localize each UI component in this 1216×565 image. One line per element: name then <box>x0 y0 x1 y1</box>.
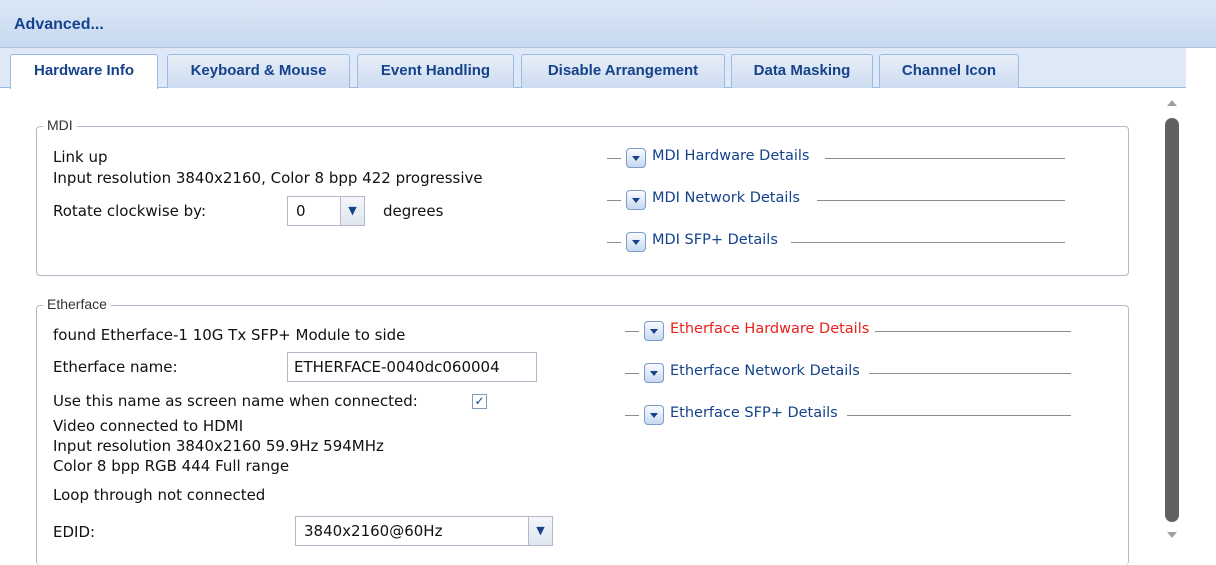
expand-down-icon[interactable] <box>644 321 664 341</box>
etherface-hardware-details-label[interactable]: Etherface Hardware Details <box>670 321 869 337</box>
hardware-info-panel: MDI Link up Input resolution 3840x2160, … <box>0 89 1186 565</box>
divider <box>791 242 1065 243</box>
etherface-fieldset: Etherface found Etherface-1 10G Tx SFP+ … <box>36 296 1129 565</box>
divider <box>869 373 1071 374</box>
scroll-down-icon[interactable] <box>1167 532 1177 538</box>
mdi-hardware-details[interactable]: MDI Hardware Details <box>607 147 1065 169</box>
tab-keyboard-mouse[interactable]: Keyboard & Mouse <box>167 54 350 88</box>
vertical-scrollbar[interactable] <box>1159 92 1185 546</box>
etherface-legend: Etherface <box>43 296 111 312</box>
divider <box>825 158 1065 159</box>
use-name-label: Use this name as screen name when connec… <box>53 392 418 410</box>
etherface-network-details-label[interactable]: Etherface Network Details <box>670 363 860 379</box>
use-name-checkbox[interactable]: ✓ <box>472 394 487 409</box>
tab-channel-icon[interactable]: Channel Icon <box>879 54 1019 88</box>
divider <box>607 242 621 243</box>
mdi-sfp-details-label[interactable]: MDI SFP+ Details <box>652 232 778 248</box>
divider <box>875 331 1071 332</box>
chevron-down-icon[interactable]: ▼ <box>528 517 552 545</box>
edid-label: EDID: <box>53 523 96 541</box>
divider <box>625 373 639 374</box>
rotate-select[interactable]: 0 ▼ <box>287 196 365 226</box>
check-icon: ✓ <box>474 394 485 408</box>
divider <box>625 415 639 416</box>
tab-strip: Hardware Info Keyboard & Mouse Event Han… <box>0 48 1186 89</box>
etherface-name-label: Etherface name: <box>53 358 178 376</box>
mdi-network-details-label[interactable]: MDI Network Details <box>652 190 800 206</box>
tab-data-masking[interactable]: Data Masking <box>731 54 873 88</box>
mdi-hardware-details-label[interactable]: MDI Hardware Details <box>652 148 809 164</box>
etherface-input-resolution: Input resolution 3840x2160 59.9Hz 594MHz <box>53 437 384 455</box>
window-title-bar: Advanced... <box>0 0 1216 48</box>
divider <box>817 200 1065 201</box>
expand-down-icon[interactable] <box>626 232 646 252</box>
rotate-unit: degrees <box>383 202 444 220</box>
etherface-hardware-details[interactable]: Etherface Hardware Details <box>625 320 1071 342</box>
expand-down-icon[interactable] <box>626 190 646 210</box>
tab-event-handling[interactable]: Event Handling <box>357 54 514 88</box>
expand-down-icon[interactable] <box>644 405 664 425</box>
tab-hardware-info[interactable]: Hardware Info <box>10 54 158 89</box>
etherface-name-input[interactable]: ETHERFACE-0040dc060004 <box>287 352 537 382</box>
window-title: Advanced... <box>14 16 104 33</box>
mdi-fieldset: MDI Link up Input resolution 3840x2160, … <box>36 117 1129 276</box>
divider <box>607 158 621 159</box>
chevron-down-icon[interactable]: ▼ <box>340 197 364 225</box>
mdi-legend: MDI <box>43 117 77 133</box>
etherface-sfp-details[interactable]: Etherface SFP+ Details <box>625 404 1071 426</box>
scroll-up-icon[interactable] <box>1167 100 1177 106</box>
video-status: Video connected to HDMI <box>53 417 244 435</box>
mdi-link-status: Link up <box>53 148 108 166</box>
rotate-value: 0 <box>296 202 306 220</box>
expand-down-icon[interactable] <box>644 363 664 383</box>
scroll-thumb[interactable] <box>1165 118 1179 522</box>
divider <box>625 331 639 332</box>
etherface-color: Color 8 bpp RGB 444 Full range <box>53 457 290 475</box>
mdi-network-details[interactable]: MDI Network Details <box>607 189 1065 211</box>
etherface-found: found Etherface-1 10G Tx SFP+ Module to … <box>53 326 406 344</box>
expand-down-icon[interactable] <box>626 148 646 168</box>
divider <box>847 415 1071 416</box>
mdi-sfp-details[interactable]: MDI SFP+ Details <box>607 231 1065 253</box>
edid-value: 3840x2160@60Hz <box>304 522 443 540</box>
mdi-input-resolution: Input resolution 3840x2160, Color 8 bpp … <box>53 169 483 187</box>
etherface-network-details[interactable]: Etherface Network Details <box>625 362 1071 384</box>
etherface-sfp-details-label[interactable]: Etherface SFP+ Details <box>670 405 838 421</box>
rotate-label: Rotate clockwise by: <box>53 202 207 220</box>
divider <box>607 200 621 201</box>
loop-status: Loop through not connected <box>53 486 266 504</box>
tab-disable-arrangement[interactable]: Disable Arrangement <box>521 54 725 88</box>
edid-select[interactable]: 3840x2160@60Hz ▼ <box>295 516 553 546</box>
